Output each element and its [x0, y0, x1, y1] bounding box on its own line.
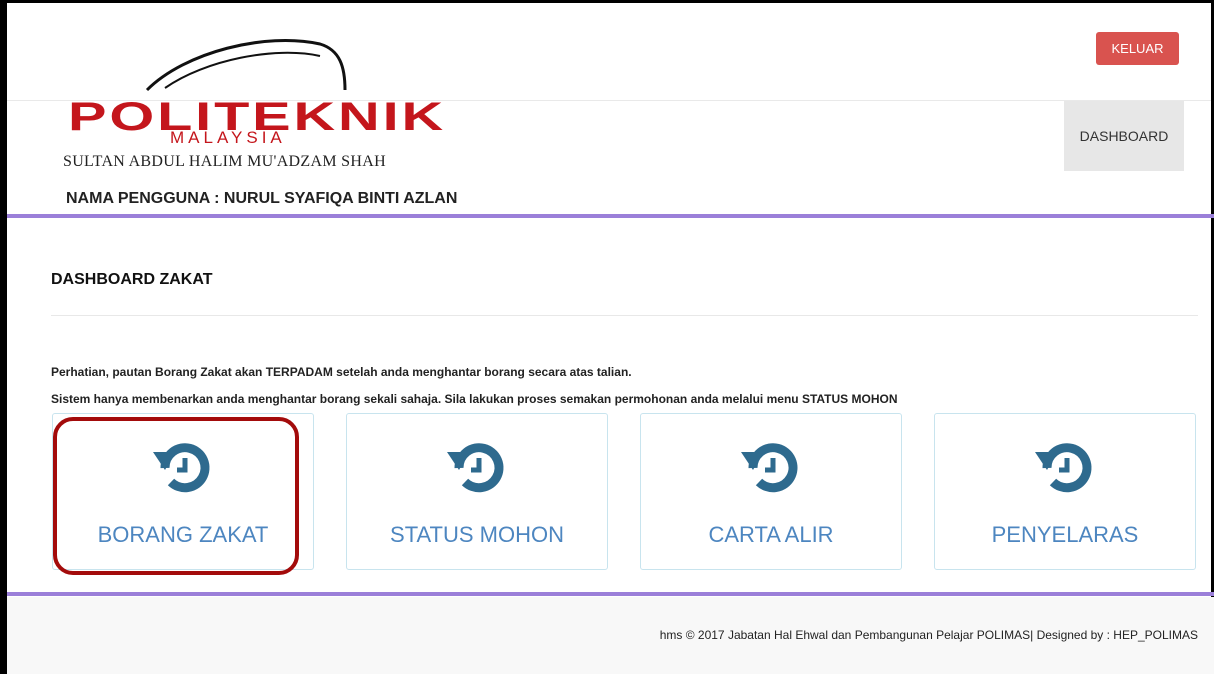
footer-accent-line — [7, 592, 1214, 596]
page-title: DASHBOARD ZAKAT — [51, 271, 213, 288]
nav-dashboard-link[interactable]: DASHBOARD — [1064, 101, 1184, 171]
history-icon — [447, 443, 504, 493]
tile-carta-alir[interactable]: CARTA ALIR — [640, 413, 902, 570]
tile-borang-zakat[interactable]: BORANG ZAKAT — [52, 413, 314, 570]
username-label: NAMA PENGGUNA : NURUL SYAFIQA BINTI AZLA… — [66, 190, 458, 207]
tile-label: BORANG ZAKAT — [97, 522, 269, 547]
institution-name: SULTAN ABDUL HALIM MU'ADZAM SHAH — [63, 153, 386, 170]
notice-text-2: Sistem hanya membenarkan anda menghantar… — [51, 392, 898, 406]
notice-text-1: Perhatian, pautan Borang Zakat akan TERP… — [51, 365, 632, 379]
history-icon — [741, 443, 798, 493]
logo-arc — [145, 39, 347, 92]
nav-divider — [7, 100, 1211, 101]
title-divider — [51, 315, 1198, 316]
logo-malaysia: MALAYSIA — [170, 128, 286, 147]
logout-button[interactable]: KELUAR — [1096, 32, 1179, 65]
history-icon — [153, 443, 210, 493]
tile-label: CARTA ALIR — [708, 522, 834, 547]
footer-credit: hms © 2017 Jabatan Hal Ehwal dan Pembang… — [659, 628, 1198, 642]
tile-penyelaras[interactable]: PENYELARAS — [934, 413, 1196, 570]
tile-label: PENYELARAS — [991, 522, 1139, 547]
tile-status-mohon[interactable]: STATUS MOHON — [346, 413, 608, 570]
tile-label: STATUS MOHON — [390, 522, 564, 547]
header-accent-line — [7, 214, 1214, 218]
history-icon — [1035, 443, 1092, 493]
